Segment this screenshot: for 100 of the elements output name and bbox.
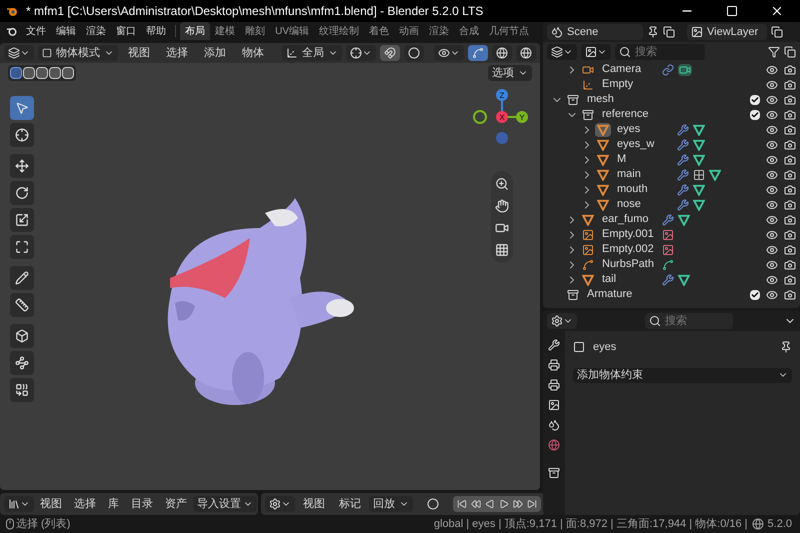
uv-icon[interactable]: [10, 378, 34, 402]
grid-view-icon[interactable]: [495, 243, 509, 257]
mesh-data-icon[interactable]: [678, 214, 690, 226]
copy-icon[interactable]: [663, 26, 675, 38]
menu-item[interactable]: 窗口: [111, 24, 142, 38]
eye-icon[interactable]: [766, 244, 778, 256]
cube-icon[interactable]: [10, 324, 34, 348]
workspace-tab[interactable]: 建模: [210, 22, 240, 40]
render-camera-icon[interactable]: [784, 138, 796, 150]
eye-icon[interactable]: [766, 94, 778, 106]
eye-icon[interactable]: [766, 274, 778, 286]
snap-toggle[interactable]: [380, 45, 400, 61]
selection-mode-button[interactable]: [62, 67, 74, 79]
object-type-icon[interactable]: [595, 168, 611, 182]
menu-item[interactable]: 编辑: [51, 24, 82, 38]
mesh-data-icon[interactable]: [709, 168, 721, 180]
workspace-tab[interactable]: UV编辑: [270, 22, 314, 40]
render-camera-icon[interactable]: [784, 78, 796, 90]
object-type-icon[interactable]: [580, 272, 596, 286]
menu-item[interactable]: 选择: [160, 44, 194, 62]
render-camera-icon[interactable]: [784, 184, 796, 196]
jump-start-icon[interactable]: [457, 499, 467, 509]
editor-type-button[interactable]: [547, 313, 577, 329]
selection-mode-button[interactable]: [49, 67, 61, 79]
eye-icon[interactable]: [766, 108, 778, 120]
checkbox[interactable]: [750, 290, 760, 300]
jump-end-icon[interactable]: [527, 499, 537, 509]
negative-axis-handle[interactable]: [496, 132, 508, 144]
checkbox[interactable]: [750, 110, 760, 120]
workspace-tab[interactable]: 动画: [394, 22, 424, 40]
editor-type-button[interactable]: [4, 45, 34, 61]
hand-icon[interactable]: [495, 199, 509, 213]
mesh-data-icon[interactable]: [678, 274, 690, 286]
menu-item[interactable]: 文件: [21, 24, 52, 38]
eye-icon[interactable]: [766, 78, 778, 90]
outliner-item-name[interactable]: Empty.002: [602, 241, 662, 258]
render-camera-icon[interactable]: [784, 124, 796, 136]
grid-icon[interactable]: [693, 168, 705, 180]
render-camera-icon[interactable]: [784, 214, 796, 226]
mesh-data-icon[interactable]: [693, 198, 705, 210]
render-camera-icon[interactable]: [784, 198, 796, 210]
scene-tab-icon[interactable]: [548, 419, 560, 431]
outliner-item-name[interactable]: Armature: [587, 286, 647, 303]
outliner-item-name[interactable]: mouth: [617, 181, 677, 198]
overlay-button[interactable]: [492, 45, 512, 61]
scale-icon[interactable]: [10, 208, 34, 232]
world-tab-icon[interactable]: [548, 439, 560, 451]
mesh-data-icon[interactable]: [693, 154, 705, 166]
render-camera-icon[interactable]: [784, 108, 796, 120]
render-camera-icon[interactable]: [784, 258, 796, 270]
object-type-icon[interactable]: [565, 288, 581, 302]
object-type-icon[interactable]: [595, 152, 611, 166]
eye-icon[interactable]: [766, 258, 778, 270]
object-type-icon[interactable]: [595, 138, 611, 152]
render-tab-icon[interactable]: [548, 359, 560, 371]
search-field[interactable]: 搜索: [615, 44, 705, 60]
object-type-icon[interactable]: [565, 92, 581, 106]
outliner-item-name[interactable]: NurbsPath: [602, 256, 662, 273]
menu-item[interactable]: 标记: [333, 496, 367, 512]
wrench-icon[interactable]: [662, 214, 674, 226]
workspace-tab[interactable]: 着色: [364, 22, 394, 40]
view-layer-selector[interactable]: ViewLayer: [687, 24, 767, 40]
record-icon[interactable]: [427, 498, 439, 510]
menu-item[interactable]: 视图: [34, 496, 68, 512]
render-camera-icon[interactable]: [784, 168, 796, 180]
object-type-icon[interactable]: [580, 108, 596, 122]
menu-item[interactable]: 视图: [297, 496, 331, 512]
menu-item[interactable]: 帮助: [141, 24, 172, 38]
outliner-item-name[interactable]: nose: [617, 196, 677, 213]
eye-icon[interactable]: [766, 154, 778, 166]
gizmo-toggle[interactable]: [468, 45, 488, 61]
ruler-icon[interactable]: [10, 293, 34, 317]
blender-menu-icon[interactable]: [6, 25, 18, 37]
negative-axis-handle[interactable]: [473, 110, 487, 124]
outliner-item-name[interactable]: tail: [602, 271, 662, 288]
display-mode-button[interactable]: [547, 44, 577, 60]
menu-item[interactable]: 资产: [159, 496, 193, 512]
editor-type-button[interactable]: [265, 496, 295, 512]
mesh-data-icon[interactable]: [693, 138, 705, 150]
selection-mode-button[interactable]: [23, 67, 35, 79]
render-camera-icon[interactable]: [784, 154, 796, 166]
outliner-item-name[interactable]: reference: [602, 106, 662, 123]
menu-item[interactable]: 渲染: [81, 24, 112, 38]
workspace-tab[interactable]: 几何节点: [484, 22, 534, 40]
visibility-button[interactable]: [434, 45, 464, 61]
render-camera-icon[interactable]: [784, 288, 796, 300]
mesh-data-icon[interactable]: [693, 124, 705, 136]
new-collection-icon[interactable]: [784, 46, 796, 58]
outliner-item-name[interactable]: Camera: [602, 61, 662, 78]
wrench-icon[interactable]: [677, 138, 689, 150]
collection-tab-icon[interactable]: [548, 467, 560, 479]
outliner-item-name[interactable]: eyes: [617, 121, 677, 138]
workspace-tab[interactable]: 合成: [454, 22, 484, 40]
render-camera-icon[interactable]: [784, 64, 796, 76]
mode-dropdown[interactable]: 物体模式: [38, 45, 118, 61]
view-layer-tab-icon[interactable]: [548, 399, 560, 411]
menu-item[interactable]: 添加: [198, 44, 232, 62]
menu-item[interactable]: 选择: [68, 496, 102, 512]
object-type-icon[interactable]: [580, 242, 596, 256]
link-icon[interactable]: [662, 64, 674, 76]
